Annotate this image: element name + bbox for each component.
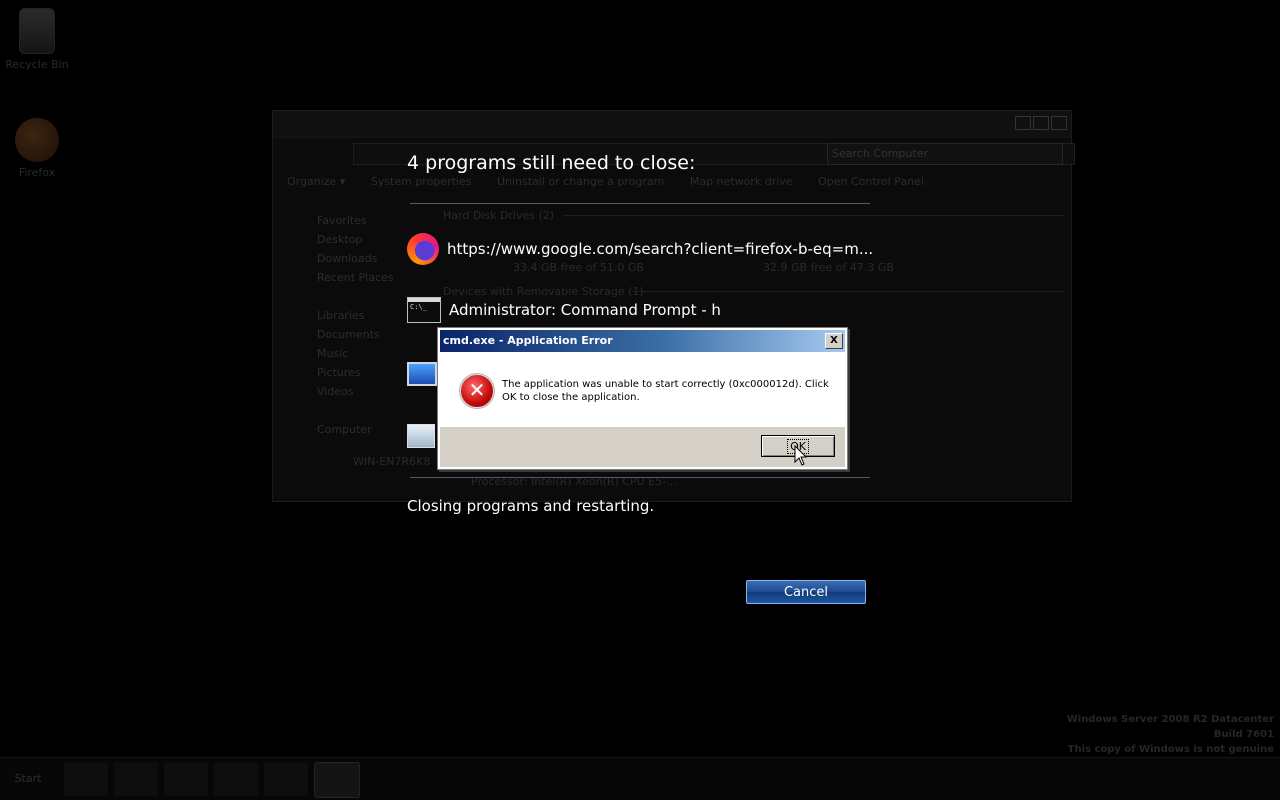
explorer-titlebar [273, 111, 1071, 138]
dialog-message: The application was unable to start corr… [502, 379, 829, 403]
minimize-icon[interactable] [1015, 116, 1031, 130]
nav-item-videos[interactable]: Videos [299, 382, 394, 401]
recycle-bin-label: Recycle Bin [5, 58, 69, 71]
navigation-pane: Favorites Desktop Downloads Recent Place… [299, 211, 394, 439]
toolbar-control-panel[interactable]: Open Control Panel [818, 175, 924, 188]
divider-top [410, 203, 870, 204]
taskbar: Start [0, 757, 1280, 800]
start-label: Start [14, 772, 42, 785]
group-hard-disk-drives: Hard Disk Drives (2) [443, 209, 555, 222]
programs-to-close-title: 4 programs still need to close: [407, 152, 696, 174]
dialog-close-button[interactable]: X [825, 333, 843, 349]
nav-item-pictures[interactable]: Pictures [299, 363, 394, 382]
cmd-icon [407, 297, 441, 323]
nav-item-computer[interactable]: Computer [299, 420, 394, 439]
toolbar-organize[interactable]: Organize ▾ [287, 175, 345, 188]
firefox-icon [407, 233, 439, 265]
program-row: https://www.google.com/search?client=fir… [407, 233, 873, 265]
computer-name: WIN-EN7R6K8 [353, 455, 431, 468]
close-icon[interactable] [1051, 116, 1067, 130]
dialog-title: cmd.exe - Application Error [443, 334, 613, 347]
firefox-desktop-icon[interactable]: Firefox [2, 118, 72, 179]
nav-item-music[interactable]: Music [299, 344, 394, 363]
taskbar-cmd[interactable] [264, 762, 308, 796]
taskbar-firefox[interactable] [214, 762, 258, 796]
divider-bottom [410, 477, 870, 478]
taskbar-active-window[interactable] [314, 762, 360, 798]
computer-icon [407, 362, 437, 386]
toolbar-map-drive[interactable]: Map network drive [690, 175, 793, 188]
nav-item-documents[interactable]: Documents [299, 325, 394, 344]
nav-item-recent-places[interactable]: Recent Places [299, 268, 394, 287]
firefox-label: Firefox [18, 166, 56, 179]
nav-item-libraries[interactable]: Libraries [299, 306, 394, 325]
group-divider [633, 291, 1063, 292]
dialog-body: ✕ The application was unable to start co… [438, 352, 847, 428]
taskbar-powershell[interactable] [114, 762, 158, 796]
watermark-genuine: This copy of Windows is not genuine [1067, 744, 1274, 755]
watermark-edition: Windows Server 2008 R2 Datacenter [1066, 714, 1274, 725]
application-error-dialog: cmd.exe - Application Error X ✕ The appl… [437, 327, 848, 470]
recycle-bin-icon [19, 8, 55, 54]
cancel-button[interactable]: Cancel [746, 580, 866, 604]
close-icon: X [830, 335, 838, 346]
firefox-icon [15, 118, 59, 162]
nav-item-favorites[interactable]: Favorites [299, 211, 394, 230]
windows-watermark: Windows Server 2008 R2 Datacenter Build … [1067, 712, 1274, 757]
dialog-button-area: OK [440, 427, 845, 467]
program-row: Administrator: Command Prompt - h [407, 294, 721, 326]
nav-item-downloads[interactable]: Downloads [299, 249, 394, 268]
start-button[interactable]: Start [2, 766, 54, 792]
search-input[interactable]: Search Computer [827, 143, 1063, 165]
group-divider [563, 215, 1063, 216]
monitor-icon [407, 424, 435, 448]
explorer-toolbar: Organize ▾ System properties Uninstall o… [287, 175, 946, 188]
program-label: https://www.google.com/search?client=fir… [447, 240, 874, 258]
taskbar-server-manager[interactable] [64, 762, 108, 796]
maximize-icon[interactable] [1033, 116, 1049, 130]
error-icon: ✕ [460, 374, 494, 408]
toolbar-system-properties[interactable]: System properties [371, 175, 472, 188]
nav-item-desktop[interactable]: Desktop [299, 230, 394, 249]
closing-status-text: Closing programs and restarting. [407, 497, 655, 515]
dialog-titlebar: cmd.exe - Application Error X [440, 330, 845, 352]
program-label: Administrator: Command Prompt - h [449, 301, 721, 319]
recycle-bin-desktop-icon[interactable]: Recycle Bin [2, 8, 72, 71]
watermark-build: Build 7601 [1213, 729, 1274, 740]
toolbar-uninstall[interactable]: Uninstall or change a program [497, 175, 664, 188]
taskbar-explorer[interactable] [164, 762, 208, 796]
